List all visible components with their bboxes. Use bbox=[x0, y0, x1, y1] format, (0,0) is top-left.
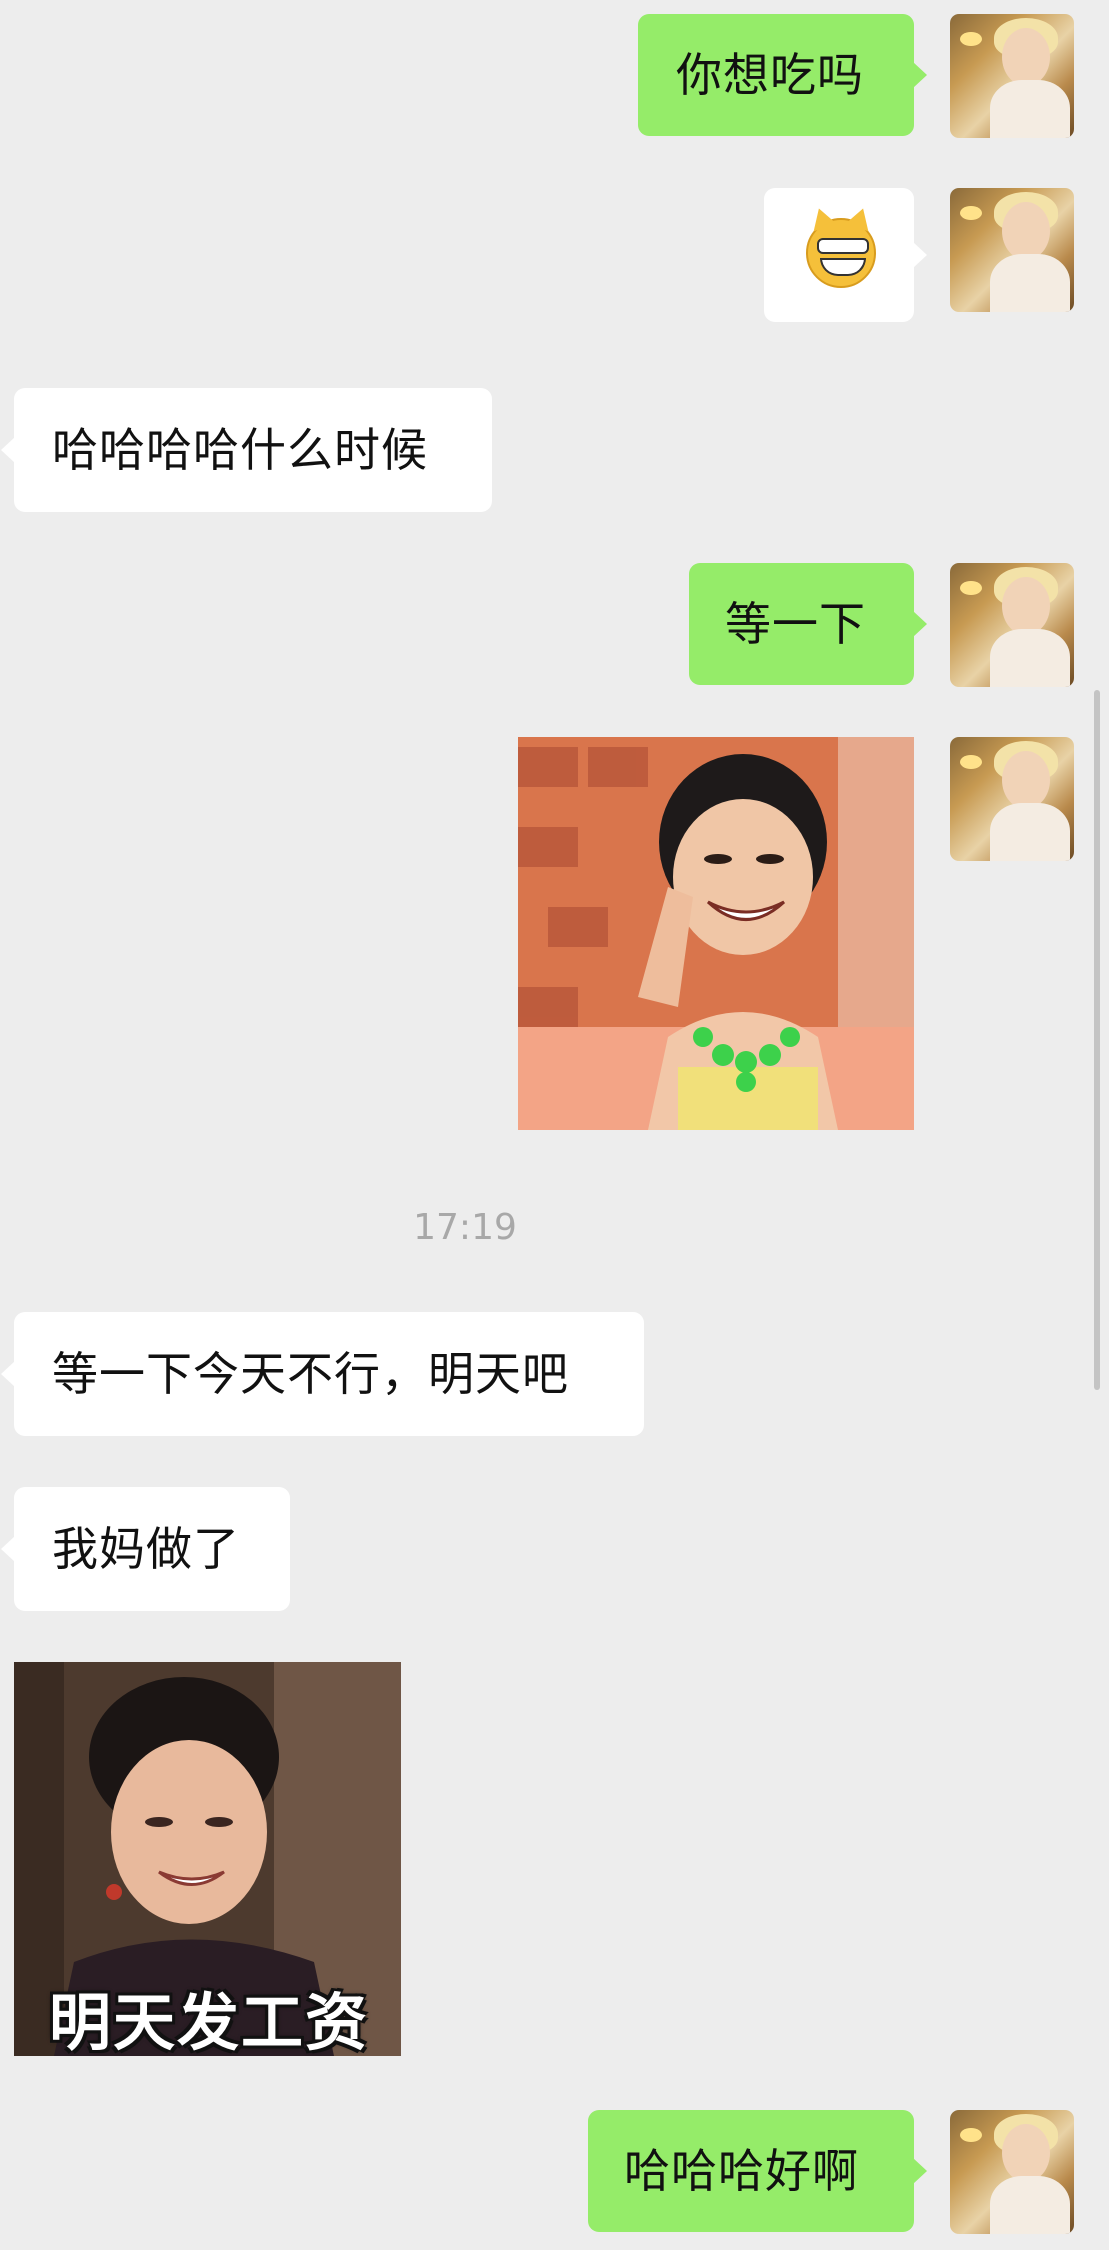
incoming-meme-image[interactable]: 明天发工资 bbox=[14, 1662, 401, 2056]
message-text: 哈哈哈哈什么时候 bbox=[52, 423, 428, 477]
outgoing-emoji-bubble[interactable] bbox=[764, 188, 927, 322]
outgoing-message-bubble[interactable]: 哈哈哈好啊 bbox=[588, 2110, 927, 2232]
outgoing-message-bubble[interactable]: 等一下 bbox=[689, 563, 927, 685]
message-text: 哈哈哈好啊 bbox=[624, 2144, 859, 2198]
message-text: 等一下 bbox=[725, 597, 866, 651]
scrollbar[interactable] bbox=[1094, 690, 1100, 1390]
grinning-cat-emoji-icon bbox=[806, 204, 876, 288]
meme-caption: 明天发工资 bbox=[49, 1986, 370, 2056]
incoming-message-bubble[interactable]: 哈哈哈哈什么时候 bbox=[1, 388, 492, 512]
message-text: 等一下今天不行，明天吧 bbox=[52, 1347, 569, 1401]
outgoing-sticker-image[interactable] bbox=[518, 737, 914, 1130]
timestamp: 17:19 bbox=[413, 1207, 517, 1248]
self-avatar[interactable] bbox=[950, 563, 1074, 687]
self-avatar[interactable] bbox=[950, 2110, 1074, 2234]
incoming-message-bubble[interactable]: 我妈做了 bbox=[1, 1487, 290, 1611]
message-text: 你想吃吗 bbox=[676, 48, 864, 102]
self-avatar[interactable] bbox=[950, 14, 1074, 138]
outgoing-message-bubble[interactable]: 你想吃吗 bbox=[638, 14, 927, 136]
incoming-message-bubble[interactable]: 等一下今天不行，明天吧 bbox=[1, 1312, 644, 1436]
woman-laughing-sticker-icon bbox=[518, 737, 914, 1130]
self-avatar[interactable] bbox=[950, 737, 1074, 861]
self-avatar[interactable] bbox=[950, 188, 1074, 312]
message-text: 我妈做了 bbox=[52, 1522, 240, 1576]
